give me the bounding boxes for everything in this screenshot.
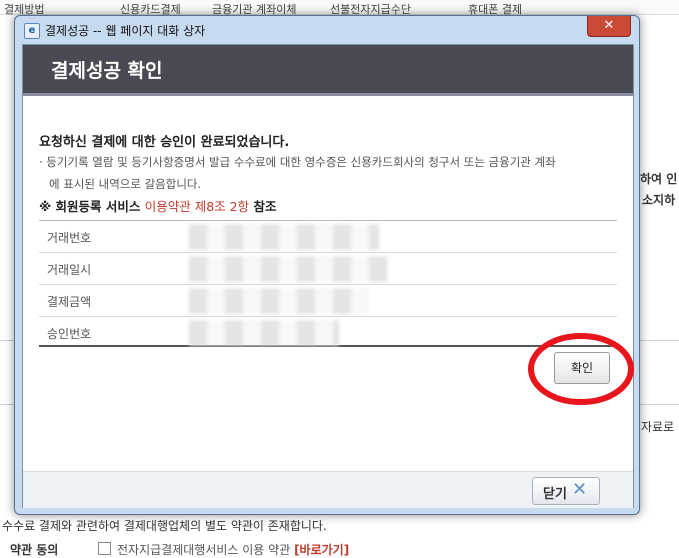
- dialog-header: 결제성공 확인: [23, 45, 633, 96]
- close-x-icon: ✕: [572, 479, 588, 500]
- bg-fragment: 자료로: [641, 420, 675, 434]
- table-row: 거래일시: [39, 253, 617, 285]
- approval-number-value-redacted: [189, 320, 339, 346]
- close-button-label: 닫기: [543, 487, 567, 502]
- receipt-notice: · 등기기록 열람 및 등기사항증명서 발급 수수료에 대한 영수증은 신용카드…: [39, 155, 556, 169]
- payment-amount-label: 결제금액: [47, 295, 92, 309]
- ie-page-icon: e: [24, 23, 40, 39]
- bg-fragment: 하여 인: [640, 172, 678, 186]
- bg-fragment: 약관 동의: [10, 543, 59, 557]
- bg-shortcut-link[interactable]: [바로가기]: [294, 543, 349, 557]
- table-row: 결제금액: [39, 285, 617, 317]
- dialog-footer: 닫기 ✕: [23, 471, 633, 508]
- payment-amount-value-redacted: [189, 288, 369, 314]
- dialog-content: 결제성공 확인 요청하신 결제에 대한 승인이 완료되었습니다. · 등기기록 …: [22, 44, 634, 508]
- payment-success-dialog: e 결제성공 -- 웹 페이지 대화 상자 ✕ 결제성공 확인 요청하신 결제에…: [14, 15, 640, 515]
- transaction-number-value-redacted: [189, 224, 379, 250]
- dialog-header-title: 결제성공 확인: [51, 60, 163, 82]
- bg-fragment: 전자지급결제대행서비스 이용 약관 [바로가기]: [98, 541, 349, 558]
- transaction-datetime-label: 거래일시: [47, 263, 92, 277]
- bg-fragment: 소지하: [642, 193, 676, 207]
- table-row: 거래번호: [39, 221, 617, 253]
- transaction-info-table: 거래번호 거래일시 결제금액 승인번호: [39, 220, 617, 347]
- terms-link[interactable]: 이용약관 제8조 2항: [145, 199, 249, 214]
- close-button[interactable]: 닫기 ✕: [532, 477, 600, 505]
- window-close-button[interactable]: ✕: [587, 16, 631, 37]
- confirm-button[interactable]: 확인: [554, 352, 610, 384]
- approval-number-label: 승인번호: [47, 327, 92, 341]
- bg-fragment: 수수료 결제와 관련하여 결제대행업체의 별도 약관이 존재합니다.: [2, 519, 327, 533]
- transaction-number-label: 거래번호: [47, 231, 92, 245]
- dialog-window-title: 결제성공 -- 웹 페이지 대화 상자: [45, 24, 206, 38]
- approval-message: 요청하신 결제에 대한 승인이 완료되었습니다.: [39, 135, 290, 150]
- receipt-notice-cont: 에 표시된 내역으로 갈음합니다.: [49, 177, 202, 191]
- transaction-datetime-value-redacted: [189, 256, 389, 282]
- bg-checkbox[interactable]: [98, 542, 111, 555]
- terms-notice: ※ 회원등록 서비스 이용약관 제8조 2항 참조: [39, 199, 277, 214]
